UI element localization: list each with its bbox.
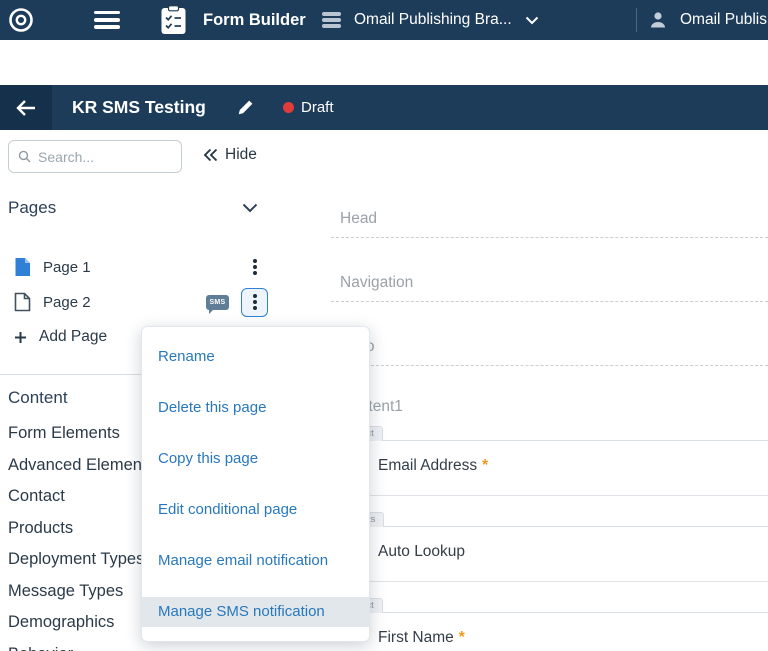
sidebar-item-products[interactable]: Products [8, 513, 155, 545]
sidebar-item-behavior[interactable]: Behavior [8, 639, 155, 651]
menu-item-copy-this-page[interactable]: Copy this page [142, 444, 369, 474]
sidebar-item-deployment-types[interactable]: Deployment Types [8, 544, 155, 576]
page-item-2[interactable]: Page 2 SMS [14, 287, 268, 317]
field-label: Email Address [378, 457, 477, 474]
search-icon [18, 149, 31, 164]
form-field-first-name[interactable]: First Name * [331, 613, 768, 651]
kebab-icon [253, 292, 257, 313]
plus-icon [14, 331, 27, 344]
brand-stack-icon [322, 10, 341, 30]
menu-item-edit-conditional-page[interactable]: Edit conditional page [142, 495, 369, 525]
form-group-contact-first-name: Contact First Name* [331, 612, 768, 651]
chevron-down-icon [525, 16, 539, 25]
content-category-list: Form Elements Advanced Elements Contact … [8, 418, 155, 651]
sidebar-item-contact[interactable]: Contact [8, 481, 155, 513]
canvas-section-content1: Content1 [331, 366, 768, 416]
canvas-section-logo: Logo [331, 302, 768, 366]
menu-item-delete-this-page[interactable]: Delete this page [142, 393, 369, 423]
page-1-label: Page 1 [43, 259, 91, 276]
page-context-menu: Rename Delete this page Copy this page E… [141, 326, 370, 642]
form-group-widgets: Widgets Auto Lookup [331, 526, 768, 582]
section-label-head: Head [340, 210, 377, 228]
sidebar-item-advanced-elements[interactable]: Advanced Elements [8, 450, 155, 482]
page-2-label: Page 2 [43, 294, 91, 311]
required-marker: * [459, 629, 465, 646]
add-page-button[interactable]: Add Page [14, 328, 107, 346]
menu-item-rename[interactable]: Rename [142, 342, 369, 372]
draft-status-dot [283, 102, 294, 113]
sidebar-item-form-elements[interactable]: Form Elements [8, 418, 155, 450]
sidebar-item-demographics[interactable]: Demographics [8, 607, 155, 639]
top-navbar: Form Builder Omail Publishing Bra... Oma… [0, 0, 768, 40]
collapse-sidebar-button[interactable]: Hide [203, 146, 257, 164]
sidebar-item-message-types[interactable]: Message Types [8, 576, 155, 608]
double-chevron-left-icon [203, 148, 218, 162]
form-builder-screen: Form Builder Omail Publishing Bra... Oma… [0, 0, 768, 651]
section-label-navigation: Navigation [340, 274, 413, 292]
app-title: Form Builder [203, 0, 306, 40]
pages-header-label: Pages [8, 198, 56, 218]
user-icon [648, 10, 668, 30]
hide-label: Hide [225, 146, 257, 164]
form-field-auto-lookup[interactable]: Auto Lookup [331, 527, 768, 581]
page-2-menu-button[interactable] [241, 288, 268, 317]
content-section-header: Content [8, 388, 68, 408]
search-input[interactable] [38, 149, 172, 165]
form-titlebar: KR SMS Testing Draft [0, 85, 768, 130]
kebab-icon [253, 257, 257, 278]
field-label: First Name [378, 629, 454, 646]
brand-selector-label: Omail Publishing Bra... [354, 11, 512, 29]
sms-notification-icon: SMS [206, 295, 229, 310]
form-builder-clipboard-icon [160, 5, 187, 40]
page-filled-icon [14, 257, 31, 277]
topbar-divider [636, 8, 637, 32]
field-label: Auto Lookup [378, 543, 465, 560]
pages-section-header[interactable]: Pages [8, 198, 258, 218]
user-menu[interactable]: Omail Publishi [648, 0, 768, 40]
app-logo-icon[interactable] [8, 7, 34, 38]
hamburger-menu-icon[interactable] [94, 11, 120, 33]
page-item-1[interactable]: Page 1 [14, 254, 268, 280]
search-box [8, 140, 182, 173]
canvas-section-head: Head [331, 174, 768, 238]
user-label: Omail Publishi [680, 11, 768, 29]
menu-item-manage-sms-notification[interactable]: Manage SMS notification [142, 597, 369, 627]
form-group-contact-email: Contact Email Address* [331, 440, 768, 496]
chevron-down-icon [242, 203, 258, 213]
page-outline-icon [14, 292, 31, 312]
menu-item-manage-email-notification[interactable]: Manage email notification [142, 546, 369, 576]
edit-pencil-icon[interactable] [237, 99, 254, 121]
draft-status-label: Draft [301, 85, 334, 130]
back-arrow-icon [15, 99, 37, 117]
form-title: KR SMS Testing [72, 85, 206, 130]
sms-badge-label: SMS [209, 299, 225, 306]
brand-selector-dropdown[interactable]: Omail Publishing Bra... [322, 0, 539, 40]
add-page-label: Add Page [39, 328, 107, 346]
back-button[interactable] [0, 85, 52, 130]
required-marker: * [482, 457, 488, 474]
page-1-menu-button[interactable] [241, 257, 268, 278]
form-field-email-address[interactable]: Email Address * [331, 441, 768, 495]
canvas-section-navigation: Navigation [331, 238, 768, 302]
